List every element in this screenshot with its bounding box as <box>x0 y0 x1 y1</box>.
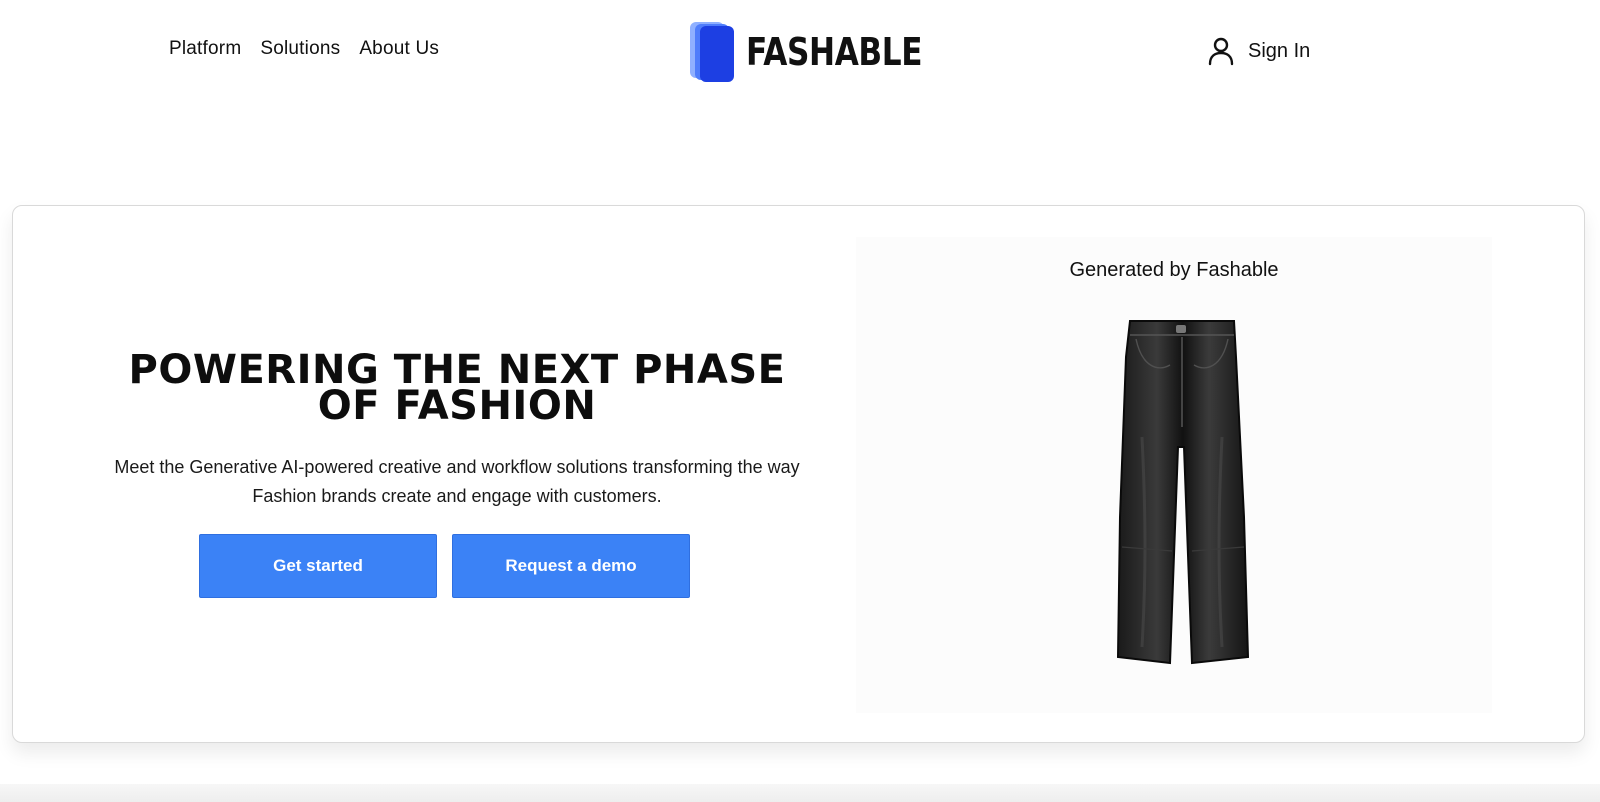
nav-platform[interactable]: Platform <box>169 38 241 60</box>
hero-title: POWERING THE NEXT PHASE OF FASHION <box>128 347 786 429</box>
logo-mark-icon <box>690 20 738 84</box>
sign-in-link[interactable]: Sign In <box>1208 36 1310 66</box>
leather-pants-image <box>1116 320 1250 665</box>
sign-in-label: Sign In <box>1248 39 1311 62</box>
nav-solutions[interactable]: Solutions <box>260 38 340 60</box>
logo-wordmark: FASHABLE <box>746 30 923 74</box>
main-nav: Platform Solutions About Us <box>169 38 439 60</box>
next-section-edge <box>0 784 1600 802</box>
user-icon <box>1208 37 1234 66</box>
product-caption: Generated by Fashable <box>1069 259 1279 281</box>
generated-product-panel: Generated by Fashable <box>856 237 1492 713</box>
get-started-button[interactable]: Get started <box>199 534 437 598</box>
nav-about-us[interactable]: About Us <box>359 38 439 60</box>
hero-subtitle: Meet the Generative AI-powered creative … <box>114 457 800 506</box>
brand-logo[interactable]: FASHABLE <box>690 20 961 84</box>
request-demo-button[interactable]: Request a demo <box>452 534 690 598</box>
site-header: Platform Solutions About Us FASHABLE Sig… <box>0 0 1600 104</box>
hero-card: POWERING THE NEXT PHASE OF FASHION Meet … <box>12 205 1585 743</box>
